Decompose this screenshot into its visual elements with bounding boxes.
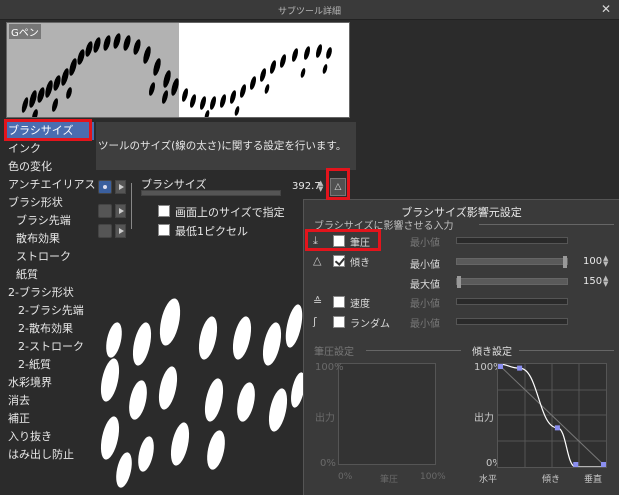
tilt-x-left: 水平 xyxy=(479,475,498,485)
screen-size-label: 画面上のサイズで指定 xyxy=(175,206,285,219)
sidebar-item-correction[interactable]: 補正 xyxy=(6,410,94,428)
tilt-control-point[interactable] xyxy=(601,462,606,467)
random-min-slider[interactable] xyxy=(456,318,568,325)
pen-pressure-min-label: 最小値 xyxy=(410,238,440,249)
pressure-x-left: 0% xyxy=(338,472,353,482)
sidebar-item-2-brush-tip[interactable]: 2-ブラシ先端 xyxy=(6,302,94,320)
pen-pressure-icon: ⤓ xyxy=(313,234,318,247)
tilt-min-value[interactable]: 100 xyxy=(583,256,602,267)
velocity-label: 速度 xyxy=(350,299,370,310)
stroke-canvas xyxy=(96,240,305,495)
sidebar-item-brush-shape[interactable]: ブラシ形状 xyxy=(6,194,94,212)
sidebar-item-2-stroke[interactable]: 2-ストローク xyxy=(6,338,94,356)
tilt-min-spinner[interactable]: ▲ ▼ xyxy=(603,255,608,268)
brush-size-spinner[interactable]: ▲ ▼ xyxy=(318,180,323,193)
tilt-max-thumb[interactable] xyxy=(457,276,461,288)
sidebar-item-starting-ending[interactable]: 入り抜き xyxy=(6,428,94,446)
tilt-graph-divider xyxy=(519,350,614,351)
sidebar-item-2-texture[interactable]: 2-紙質 xyxy=(6,356,94,374)
tilt-checkbox[interactable] xyxy=(333,255,345,267)
pressure-y-top: 100% xyxy=(315,362,344,373)
tilt-max-spinner[interactable]: ▲ ▼ xyxy=(603,275,608,288)
pressure-graph-divider xyxy=(366,350,461,351)
triangle-icon: △ xyxy=(334,182,342,192)
random-checkbox[interactable] xyxy=(333,316,345,328)
velocity-min-label: 最小値 xyxy=(410,299,440,310)
pressure-x-right: 100% xyxy=(420,472,446,482)
min-1px-checkbox[interactable] xyxy=(158,224,170,236)
tilt-control-point[interactable] xyxy=(498,364,503,369)
velocity-checkbox[interactable] xyxy=(333,296,345,308)
description-bar: ツールのサイズ(線の太さ)に関する設定を行います。 xyxy=(96,122,356,170)
stroke-canvas-drawing xyxy=(100,298,305,488)
sidebar-item-spray-effect[interactable]: 散布効果 xyxy=(6,230,94,248)
play-icon[interactable] xyxy=(115,180,126,194)
tilt-control-point[interactable] xyxy=(554,425,560,431)
sidebar-item-texture[interactable]: 紙質 xyxy=(6,266,94,284)
pressure-y-mid: 出力 xyxy=(315,413,335,424)
tilt-max-slider[interactable] xyxy=(456,276,568,288)
category-sidebar: ブラシサイズ インク 色の変化 アンチエイリアス ブラシ形状 ブラシ先端 散布効… xyxy=(6,122,96,464)
screen-size-checkbox[interactable] xyxy=(158,205,170,217)
sidebar-item-2-brush-shape[interactable]: 2-ブラシ形状 xyxy=(6,284,94,302)
brush-size-value[interactable]: 392.7 xyxy=(292,181,321,192)
preview-strokes xyxy=(21,33,332,117)
dynamics-popup: ブラシサイズ影響元設定 ブラシサイズに影響させる入力 ⤓ 筆圧 最小値 △ 傾き… xyxy=(303,199,619,495)
sidebar-item-brush-size[interactable]: ブラシサイズ xyxy=(6,122,94,140)
input-group-label: ブラシサイズに影響させる入力 xyxy=(314,221,454,232)
dynamics-button[interactable]: △ xyxy=(330,178,346,196)
pressure-y-bottom: 0% xyxy=(320,458,336,469)
brush-size-slider[interactable] xyxy=(141,190,281,196)
random-label: ランダム xyxy=(350,319,390,330)
input-group-divider xyxy=(479,224,614,225)
eye-icon[interactable] xyxy=(98,180,112,194)
play-icon-2[interactable] xyxy=(115,204,126,218)
visibility-toggle-2[interactable] xyxy=(98,204,112,218)
tilt-min-thumb[interactable] xyxy=(563,256,567,268)
sidebar-item-prevent-overflow[interactable]: はみ出し防止 xyxy=(6,446,94,464)
tilt-label: 傾き xyxy=(350,258,370,269)
pressure-x-mid: 筆圧 xyxy=(380,475,399,485)
connector-line xyxy=(131,183,136,229)
sidebar-item-erase[interactable]: 消去 xyxy=(6,392,94,410)
tilt-x-mid: 傾き xyxy=(542,475,561,485)
sidebar-item-stroke[interactable]: ストローク xyxy=(6,248,94,266)
velocity-icon: ≙ xyxy=(313,295,323,308)
sidebar-item-antialiasing[interactable]: アンチエイリアス xyxy=(6,176,96,194)
title-bar: サブツール詳細 ✕ xyxy=(0,0,619,20)
random-min-label: 最小値 xyxy=(410,319,440,330)
tilt-x-right: 垂直 xyxy=(584,475,603,485)
tilt-control-point[interactable] xyxy=(573,462,579,467)
brush-name-label: Gペン xyxy=(9,24,41,39)
pen-pressure-label: 筆圧 xyxy=(350,238,370,249)
sidebar-item-watercolor-edge[interactable]: 水彩境界 xyxy=(6,374,94,392)
tilt-graph-label: 傾き設定 xyxy=(472,347,512,358)
pressure-graph-label: 筆圧設定 xyxy=(314,347,354,358)
sidebar-item-ink[interactable]: インク xyxy=(6,140,94,158)
random-icon: ʃ xyxy=(313,315,317,328)
stroke-preview: Gペン xyxy=(6,22,350,118)
play-icon-3[interactable] xyxy=(115,224,126,238)
pressure-graph[interactable] xyxy=(338,363,436,465)
description-text: ツールのサイズ(線の太さ)に関する設定を行います。 xyxy=(98,140,347,152)
min-1px-label: 最低1ピクセル xyxy=(175,225,248,238)
sidebar-item-color-jitter[interactable]: 色の変化 xyxy=(6,158,94,176)
visibility-toggle-3[interactable] xyxy=(98,224,112,238)
tilt-min-label: 最小値 xyxy=(410,260,440,271)
tilt-max-label: 最大値 xyxy=(410,280,440,291)
pen-pressure-min-slider[interactable] xyxy=(456,237,568,244)
window-title: サブツール詳細 xyxy=(277,7,341,17)
tilt-y-mid: 出力 xyxy=(474,413,494,424)
tilt-curve-svg[interactable] xyxy=(497,363,607,468)
tilt-graph[interactable] xyxy=(497,363,607,468)
tilt-icon: △ xyxy=(313,254,322,267)
close-icon[interactable]: ✕ xyxy=(601,2,611,16)
sidebar-item-brush-tip[interactable]: ブラシ先端 xyxy=(6,212,94,230)
pen-pressure-checkbox[interactable] xyxy=(333,235,345,247)
sidebar-item-2-spray-effect[interactable]: 2-散布効果 xyxy=(6,320,94,338)
velocity-min-slider[interactable] xyxy=(456,298,568,305)
tilt-control-point[interactable] xyxy=(517,365,523,371)
tilt-max-value[interactable]: 150 xyxy=(583,276,602,287)
tilt-min-slider[interactable] xyxy=(456,256,568,268)
